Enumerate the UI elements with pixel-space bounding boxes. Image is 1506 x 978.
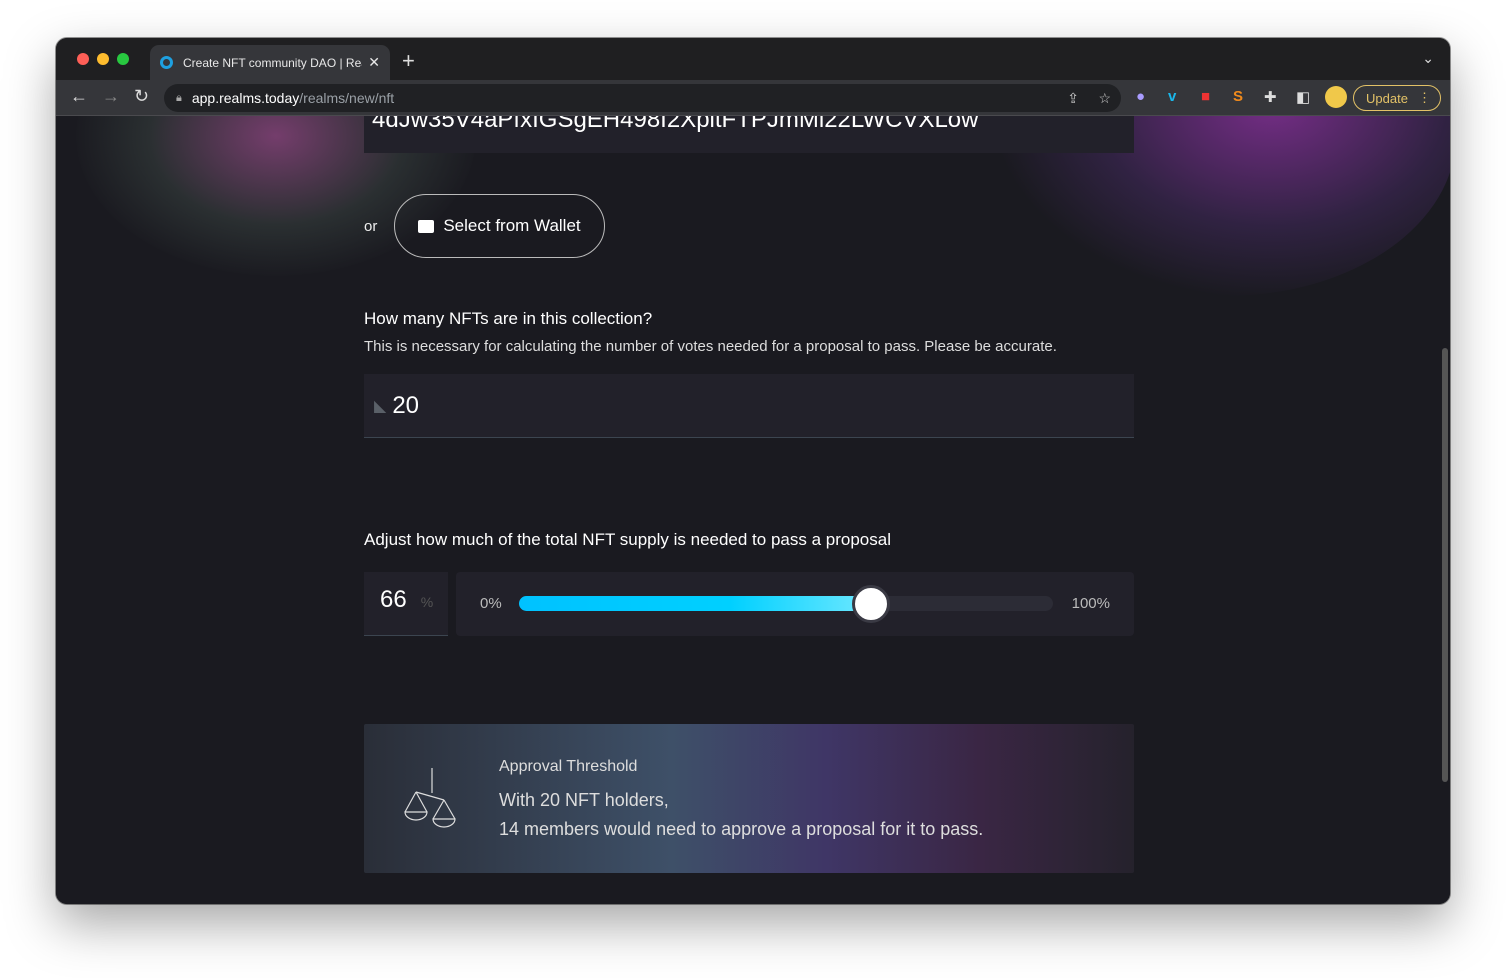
threshold-question: Adjust how much of the total NFT supply … xyxy=(364,530,891,549)
reload-icon[interactable]: ↻ xyxy=(134,86,149,107)
bookmark-star-icon[interactable]: ☆ xyxy=(1098,90,1111,107)
sidepanel-icon[interactable]: ◧ xyxy=(1296,88,1310,106)
threshold-slider-container: 0% 100% xyxy=(456,572,1134,636)
nft-count-question: How many NFTs are in this collection? xyxy=(364,309,653,328)
url-host: app.realms.today xyxy=(191,90,300,106)
realms-favicon-icon xyxy=(160,56,173,69)
update-button[interactable]: Update ⋮ xyxy=(1353,85,1441,111)
forward-icon[interactable]: → xyxy=(102,86,120,107)
tab-bar: Create NFT community DAO | Realms ✕ + ⌄ xyxy=(56,38,1450,80)
threshold-unit: % xyxy=(420,594,434,610)
scrollbar[interactable] xyxy=(1442,348,1448,782)
puzzle-icon[interactable]: ✚ xyxy=(1264,88,1277,106)
threshold-slider[interactable] xyxy=(519,585,1053,623)
scale-icon xyxy=(404,768,456,828)
nft-count-value: 20 xyxy=(392,391,420,419)
threshold-value: 66 xyxy=(380,586,407,613)
wallet-icon xyxy=(418,219,435,233)
approval-title: Approval Threshold xyxy=(499,758,638,775)
select-from-wallet-button[interactable]: Select from Wallet xyxy=(394,194,605,258)
approval-line-holders: With 20 NFT holders, xyxy=(499,790,669,810)
tab-active[interactable]: Create NFT community DAO | Realms ✕ xyxy=(150,45,390,80)
minimize-window-button[interactable] xyxy=(97,53,109,65)
approval-line-members: 14 members would need to approve a propo… xyxy=(499,819,984,839)
slider-thumb[interactable] xyxy=(852,585,891,623)
page-content: 4dJw35V4aPfxIGSgEH498I2XpitFTPJmMi22LWCV… xyxy=(56,116,1450,904)
slider-fill xyxy=(519,596,872,611)
nft-count-input[interactable]: ◣ 20 xyxy=(364,374,1134,438)
menu-dots-icon: ⋮ xyxy=(1418,90,1431,105)
or-label: or xyxy=(364,218,378,235)
close-tab-icon[interactable]: ✕ xyxy=(368,54,380,71)
tab-search-chevron-icon[interactable]: ⌄ xyxy=(1422,50,1434,67)
address-bar[interactable]: 🔒︎ app.realms.today/realms/new/nft ⇪ ☆ xyxy=(164,84,1121,112)
phantom-icon[interactable]: ● xyxy=(1136,88,1145,105)
threshold-input[interactable]: 66% xyxy=(364,572,448,636)
profile-avatar[interactable] xyxy=(1325,86,1347,108)
select-wallet-label: Select from Wallet xyxy=(443,216,581,235)
maximize-window-button[interactable] xyxy=(117,53,129,65)
collection-address-input[interactable]: 4dJw35V4aPfxIGSgEH498I2XpitFTPJmMi22LWCV… xyxy=(364,116,1134,153)
back-icon[interactable]: ← xyxy=(70,86,88,107)
solflare-icon[interactable]: S xyxy=(1233,88,1243,105)
share-icon[interactable]: ⇪ xyxy=(1067,90,1079,107)
vimeo-icon[interactable]: v xyxy=(1168,88,1176,105)
backpack-icon[interactable]: ■ xyxy=(1201,88,1210,105)
url-path: /realms/new/nft xyxy=(299,90,395,106)
approval-threshold-card: Approval Threshold With 20 NFT holders, … xyxy=(364,724,1134,873)
update-label: Update xyxy=(1366,90,1408,106)
lock-icon: 🔒︎ xyxy=(176,91,182,104)
nft-count-help: This is necessary for calculating the nu… xyxy=(364,338,1057,355)
unicorn-icon: ◣ xyxy=(374,397,387,415)
slider-min-label: 0% xyxy=(480,595,502,612)
new-tab-button[interactable]: + xyxy=(402,48,415,74)
close-window-button[interactable] xyxy=(77,53,89,65)
slider-max-label: 100% xyxy=(1071,595,1110,612)
tab-title: Create NFT community DAO | Realms xyxy=(183,55,362,70)
toolbar: ← → ↻ 🔒︎ app.realms.today/realms/new/nft… xyxy=(56,80,1450,116)
browser-window: Create NFT community DAO | Realms ✕ + ⌄ … xyxy=(56,38,1450,904)
